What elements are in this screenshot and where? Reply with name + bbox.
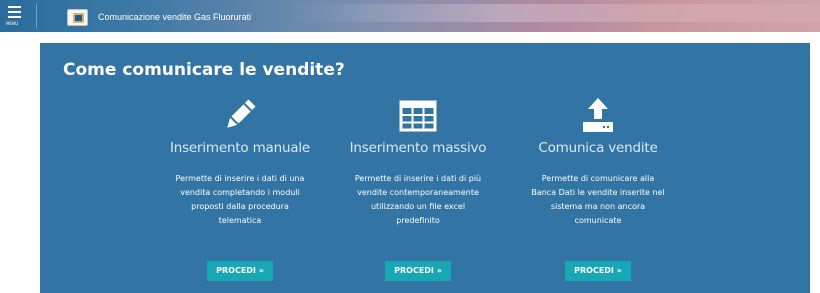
card-massive: Inserimento massivo Permette di inserire… [338,95,498,293]
card-communicate: Comunica vendite Permette di comunicare … [518,95,678,293]
description-line: comunicate [574,216,622,225]
main-panel: Come comunicare le vendite? Inserimento … [40,43,810,293]
procedi-button-communicate[interactable]: PROCEDI » [565,261,631,281]
pencil-icon [227,99,256,128]
description-line: vendite contemporaneamente [357,188,479,197]
procedi-button-manual[interactable]: PROCEDI » [207,261,273,281]
description-line: predefinito [396,216,440,225]
description-line: utilizzando un file excel [370,202,466,211]
card-description-communicate: Permette di comunicare alla Banca Dati l… [518,172,678,228]
card-description-massive: Permette di inserire i dati di più vendi… [338,172,498,228]
app-logo-inner [73,13,84,23]
top-bar: MENU Comunicazione vendite Gas Fluorurat… [0,0,820,32]
card-title-manual: Inserimento manuale [169,140,311,156]
description-line: sistema ma non ancora [550,202,646,211]
menu-bar-line [8,6,21,8]
menu-button[interactable]: MENU [6,6,24,28]
menu-bar-line [8,11,21,13]
description-line: Permette di inserire i dati di più [354,174,482,183]
menu-bar-line [8,16,21,18]
description-line: vendita completando i moduli [180,188,300,197]
header-spacer [0,32,820,42]
upload-icon [583,98,613,132]
header-separator [36,4,37,28]
menu-label: MENU [6,21,19,26]
description-line: Permette di comunicare alla [541,174,655,183]
description-line: proposti dalla procedura [191,202,289,211]
procedi-button-massive[interactable]: PROCEDI » [385,261,451,281]
description-line: telematica [218,216,262,225]
app-logo-icon [67,9,88,26]
card-title-communicate: Comunica vendite [538,140,658,156]
card-description-manual: Permette di inserire i dati di una vendi… [160,172,320,228]
card-manual: Inserimento manuale Permette di inserire… [160,95,320,293]
top-bar-highlight [290,4,820,22]
page-title: Come comunicare le vendite? [63,60,345,80]
description-line: Permette di inserire i dati di una [175,174,305,183]
description-line: Banca Dati le vendite inserite nel [531,188,665,197]
app-title: Comunicazione vendite Gas Fluorurati [98,12,252,22]
card-title-massive: Inserimento massivo [349,140,487,156]
table-grid-icon [399,100,437,132]
